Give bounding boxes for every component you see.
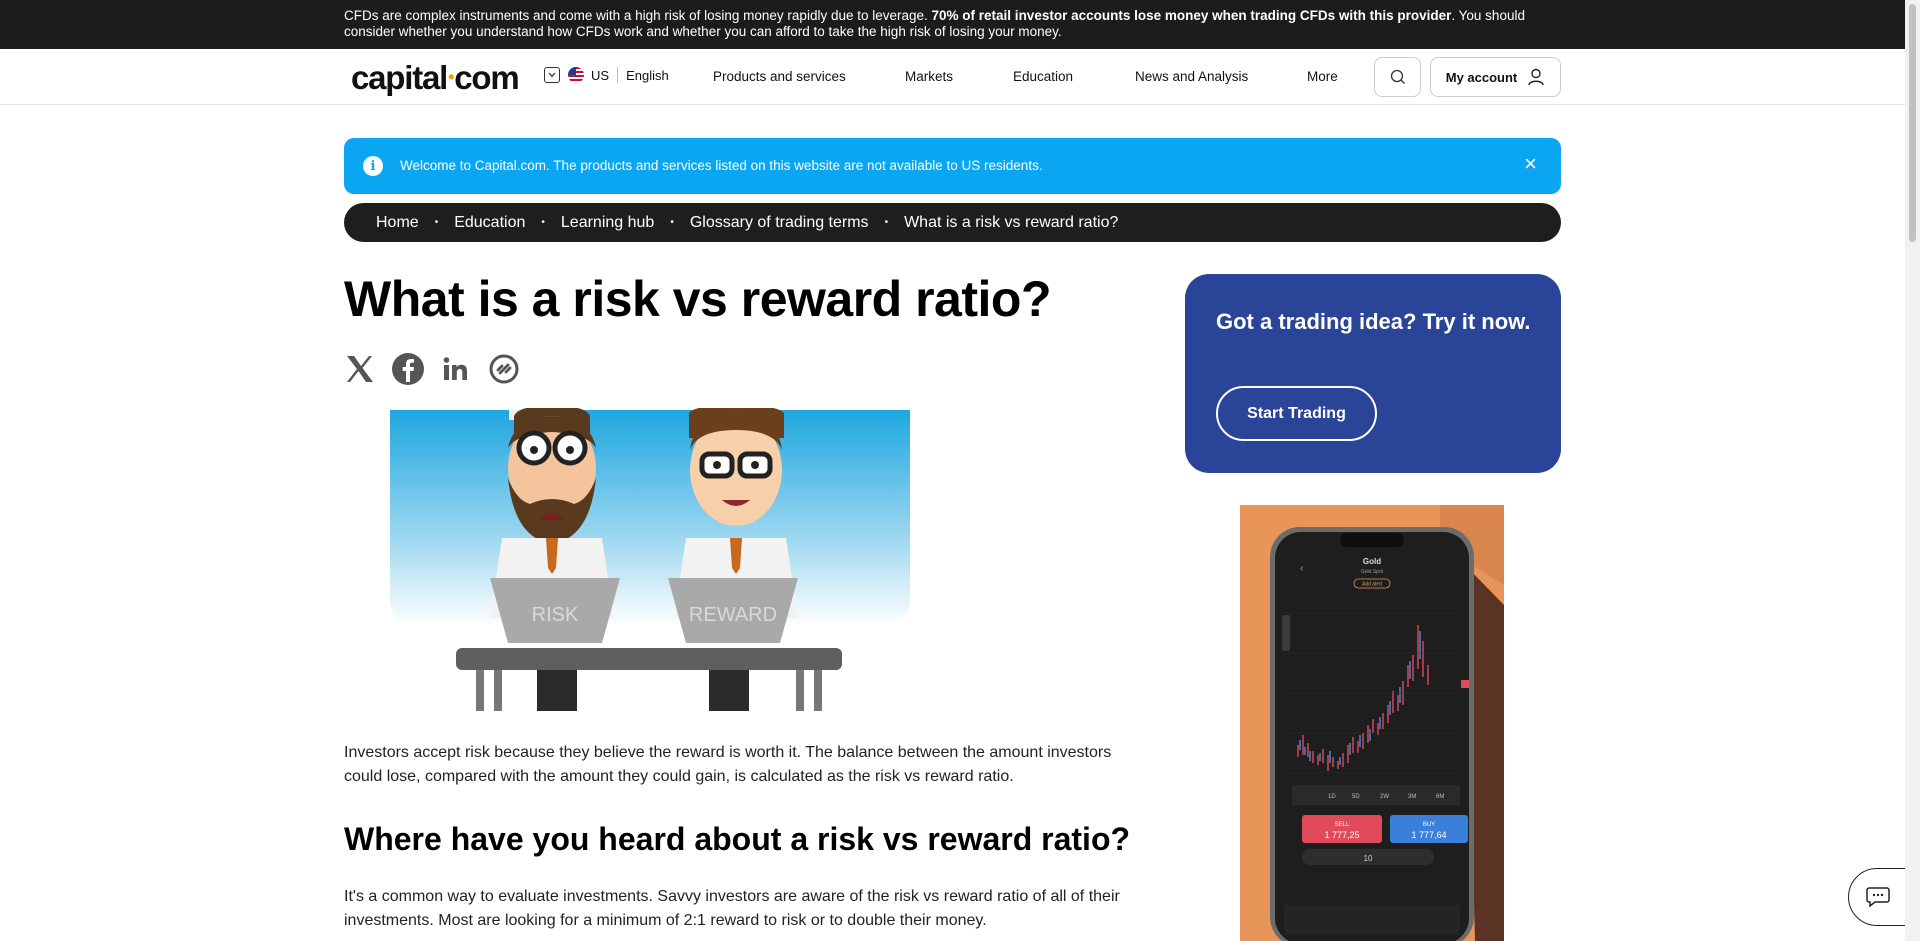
- ad-asset-subtitle: Gold Spot: [1361, 569, 1384, 575]
- svg-text:1 777,25: 1 777,25: [1324, 830, 1359, 840]
- chat-icon: [1866, 887, 1890, 908]
- share-linkedin-icon[interactable]: [439, 352, 473, 386]
- nav-markets[interactable]: Markets: [905, 69, 953, 84]
- nav-education[interactable]: Education: [1013, 69, 1073, 84]
- risk-reward-illustration: RISK REWARD: [390, 408, 910, 711]
- section-heading: Where have you heard about a risk vs rew…: [344, 821, 1131, 857]
- us-residents-notice: i Welcome to Capital.com. The products a…: [344, 138, 1561, 194]
- search-icon: [1390, 69, 1405, 84]
- region-language-selector[interactable]: US English: [544, 67, 669, 83]
- us-flag-icon: [568, 67, 584, 83]
- share-x-icon[interactable]: [343, 352, 377, 386]
- breadcrumb-learning-hub[interactable]: Learning hub: [561, 214, 654, 232]
- nav-news-and-analysis[interactable]: News and Analysis: [1135, 69, 1248, 84]
- svg-text:SELL: SELL: [1335, 822, 1350, 828]
- search-button[interactable]: [1374, 57, 1421, 97]
- section-paragraph: It's a common way to evaluate investment…: [344, 888, 1120, 929]
- info-icon: i: [363, 156, 383, 176]
- chat-button[interactable]: [1848, 868, 1908, 926]
- svg-text:‹: ‹: [1300, 563, 1303, 574]
- user-icon: [1528, 68, 1544, 86]
- risk-warning-bold: 70% of retail investor accounts lose mon…: [931, 8, 1452, 23]
- share-facebook-icon[interactable]: [391, 352, 425, 386]
- top-navigation: capital•com US English Products and serv…: [0, 49, 1905, 105]
- risk-warning-text: CFDs are complex instruments and come wi…: [344, 8, 1525, 39]
- scrollbar-thumb[interactable]: [1909, 4, 1916, 242]
- breadcrumb-current: What is a risk vs reward ratio?: [904, 213, 1119, 231]
- app-advert[interactable]: Gold Gold Spot Add alert ‹ 1D 5D 2W 3M 6…: [1240, 505, 1504, 941]
- breadcrumb-education[interactable]: Education: [454, 214, 525, 232]
- breadcrumb-glossary[interactable]: Glossary of trading terms: [690, 214, 869, 232]
- risk-warning-banner: CFDs are complex instruments and come wi…: [0, 0, 1905, 49]
- intro-paragraph: Investors accept risk because they belie…: [344, 744, 1112, 785]
- promo-title: Got a trading idea? Try it now.: [1216, 309, 1531, 334]
- svg-text:10: 10: [1364, 854, 1373, 863]
- chevron-down-icon: [544, 67, 560, 83]
- breadcrumb-home[interactable]: Home: [376, 214, 419, 232]
- my-account-label: My account: [1445, 69, 1518, 85]
- start-trading-button[interactable]: Start Trading: [1216, 386, 1377, 441]
- laptop-risk-label: RISK: [532, 604, 579, 626]
- notice-message: Welcome to Capital.com. The products and…: [400, 158, 1043, 173]
- region-label: US: [591, 67, 610, 83]
- copy-link-icon[interactable]: [487, 352, 521, 386]
- close-icon[interactable]: ×: [1524, 153, 1537, 175]
- ad-add-alert: Add alert: [1362, 582, 1383, 588]
- breadcrumb: Home • Education • Learning hub • Glossa…: [344, 203, 1561, 242]
- ad-asset-name: Gold: [1363, 557, 1381, 566]
- my-account-button[interactable]: My account: [1430, 57, 1561, 97]
- nav-products-and-services[interactable]: Products and services: [713, 69, 846, 84]
- svg-text:BUY: BUY: [1423, 822, 1435, 828]
- svg-text:1 777,64: 1 777,64: [1411, 830, 1446, 840]
- language-label: English: [626, 67, 669, 83]
- page-title: What is a risk vs reward ratio?: [344, 271, 1052, 327]
- capital-logo[interactable]: capital•com: [351, 59, 520, 97]
- trading-idea-promo: Got a trading idea? Try it now. Start Tr…: [1185, 274, 1561, 473]
- nav-more[interactable]: More: [1307, 69, 1338, 84]
- page-scrollbar[interactable]: [1905, 0, 1920, 941]
- laptop-reward-label: REWARD: [689, 604, 777, 626]
